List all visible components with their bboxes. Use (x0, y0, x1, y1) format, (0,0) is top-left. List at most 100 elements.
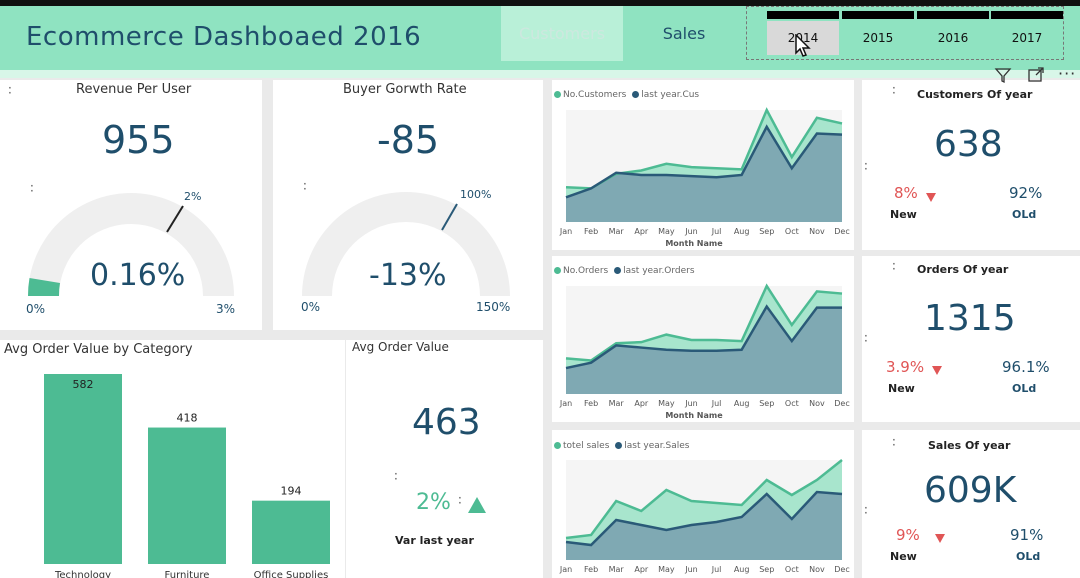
x-tick-label: Dec (834, 227, 849, 236)
x-tick-label: Dec (834, 399, 849, 408)
arrow-down-icon (932, 366, 942, 375)
more-options-icon[interactable]: · · (892, 434, 896, 451)
avg-order-value-panel: Avg Order Value 463 · · 2% · · Var last ye… (346, 340, 543, 578)
year-slicer: 2014 2015 2016 2017 (746, 6, 1064, 60)
customers-area-chart: Jan Feb Mar Apr May Jun Jul Aug Sep Oct Nov Dec Mont… (559, 107, 850, 248)
gauge-max-label: 150% (476, 300, 511, 314)
x-tick-label: Aug (734, 565, 750, 574)
orders-card: · · Orders Of year 1315 · · 3.9% New 96.1%… (862, 256, 1080, 422)
focus-mode-icon[interactable] (1027, 66, 1045, 88)
orders-old-pct: 96.1% (1002, 358, 1050, 376)
x-tick-label: Jan (559, 565, 572, 574)
x-tick-label: Nov (809, 227, 825, 236)
tab-sales[interactable]: Sales (623, 6, 745, 61)
buyer-growth-title: Buyer Gorwth Rate (343, 82, 467, 97)
more-options-icon[interactable]: ··· (1058, 64, 1076, 83)
orders-card-title: Orders Of year (917, 263, 1009, 276)
bar-office-supplies[interactable] (252, 500, 330, 564)
x-tick-label: May (658, 565, 675, 574)
x-tick-label: Mar (609, 565, 625, 574)
arrow-down-icon (926, 193, 936, 202)
new-label: New (890, 208, 917, 221)
x-tick-label: Jan (559, 227, 572, 236)
more-options-icon[interactable]: · · (892, 258, 896, 275)
customers-legend: No.Customers last year.Cus (554, 90, 699, 100)
customers-card: · · Customers Of year 638 · · 8% New 92% O… (862, 80, 1080, 250)
x-tick-label: Nov (809, 399, 825, 408)
bar-data-label: 194 (281, 485, 302, 498)
dashboard-title: Ecommerce Dashboaed 2016 (26, 22, 422, 52)
x-tick-label: Aug (734, 399, 750, 408)
x-tick-label: Mar (609, 227, 625, 236)
x-tick-label: Sep (759, 227, 774, 236)
x-tick-label: Feb (584, 399, 598, 408)
gauge-target-label: 100% (460, 188, 492, 201)
x-tick-label: Sep (759, 565, 774, 574)
buyer-growth-panel: Buyer Gorwth Rate -85 · · 100% -13% 0% 15… (273, 80, 543, 330)
x-tick-label: Jul (711, 565, 722, 574)
orders-area-chart: Jan Feb Mar Apr May Jun Jul Aug Sep Oct Nov Dec Mont… (559, 283, 850, 420)
x-tick-label: Jul (711, 227, 722, 236)
more-options-icon[interactable]: · · (8, 82, 12, 99)
customers-card-value: 638 (934, 124, 1003, 165)
bar-technology[interactable] (44, 374, 122, 564)
x-tick-label: Jan (559, 399, 572, 408)
year-button-2017[interactable]: 2017 (991, 11, 1065, 53)
orders-legend: No.Orders last year.Orders (554, 266, 695, 276)
x-axis-title: Month Name (665, 239, 723, 248)
x-tick-label: Jun (684, 227, 698, 236)
x-tick-label: Apr (634, 399, 649, 408)
bar-chart-title: Avg Order Value by Category (4, 342, 193, 357)
x-tick-label: Dec (834, 565, 849, 574)
x-tick-label: Jun (684, 565, 698, 574)
x-tick-label: Feb (584, 227, 598, 236)
avg-order-category-panel: Avg Order Value by Category 582 Technolog… (0, 340, 345, 578)
x-tick-label: Jun (684, 399, 698, 408)
x-tick-label: Mar (609, 399, 625, 408)
x-tick-label: Jul (711, 399, 722, 408)
buyer-growth-value: -85 (377, 118, 440, 162)
x-tick-label: Nov (809, 565, 825, 574)
x-axis-title: Month Name (665, 411, 723, 420)
more-options-icon: · · (458, 491, 462, 510)
x-tick-label: Oct (785, 565, 799, 574)
bar-data-label: 582 (73, 378, 94, 391)
customers-card-title: Customers Of year (917, 88, 1033, 101)
old-label: OLd (1012, 382, 1037, 395)
sales-area-chart: Jan Feb Mar Apr May Jun Jul Aug Sep Oct Nov Dec (559, 459, 850, 574)
bar-category-label: Office Supplies (254, 570, 329, 578)
arrow-up-icon (468, 497, 486, 513)
filter-icon[interactable] (994, 66, 1012, 88)
gauge-min-label: 0% (26, 302, 46, 316)
x-tick-label: Feb (584, 565, 598, 574)
x-tick-label: May (658, 399, 675, 408)
avg-order-title: Avg Order Value (352, 340, 449, 354)
x-tick-label: Aug (734, 227, 750, 236)
sales-new-pct: 9% (896, 526, 920, 544)
customers-new-pct: 8% (894, 184, 918, 202)
more-options-icon: · · (864, 157, 868, 176)
revenue-per-user-title: Revenue Per User (76, 82, 192, 97)
category-bar-chart: 582 Technology 418 Furniture 194 Office Suppl… (44, 374, 330, 578)
bar-category-label: Technology (54, 570, 111, 578)
bar-category-label: Furniture (165, 570, 210, 578)
sales-card-title: Sales Of year (928, 439, 1011, 452)
header-bar: Ecommerce Dashboaed 2016 Customers Sales… (0, 6, 1080, 70)
bar-data-label: 418 (177, 412, 198, 425)
sales-chart-panel: totel sales last year.Sales Jan Feb Mar Apr… (552, 430, 854, 578)
year-button-2016[interactable]: 2016 (917, 11, 991, 53)
sales-old-pct: 91% (1010, 526, 1044, 544)
more-options-icon[interactable]: · · (892, 82, 896, 99)
customers-old-pct: 92% (1009, 184, 1043, 202)
x-tick-label: Apr (634, 227, 649, 236)
sales-card-value: 609K (924, 470, 1017, 511)
orders-card-value: 1315 (924, 298, 1016, 339)
bar-furniture[interactable] (148, 427, 226, 564)
customers-chart-panel: No.Customers last year.Cus Jan Feb Mar Apr M… (552, 80, 854, 250)
tab-customers[interactable]: Customers (501, 6, 623, 61)
year-button-2015[interactable]: 2015 (842, 11, 916, 53)
new-label: New (888, 382, 915, 395)
x-tick-label: Oct (785, 227, 799, 236)
mouse-cursor-icon (795, 33, 811, 64)
gauge-target-label: 2% (184, 190, 202, 203)
